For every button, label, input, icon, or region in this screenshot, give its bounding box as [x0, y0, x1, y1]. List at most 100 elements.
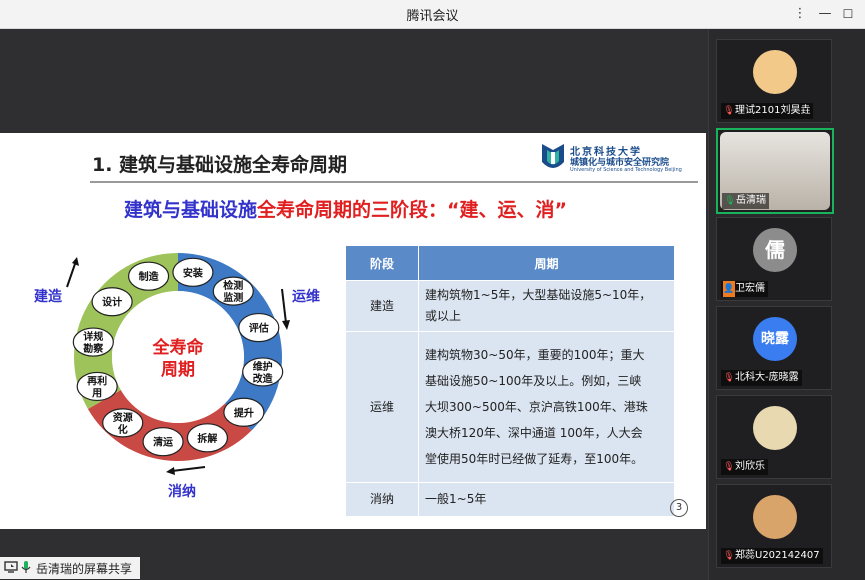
operate-arrowhead-icon	[282, 320, 290, 330]
lifecycle-node-label: 检测	[223, 279, 243, 292]
lifecycle-node-label: 制造	[139, 270, 160, 283]
participant-name-tag: 🎙刘欣乐	[721, 459, 768, 475]
window-title: 腾讯会议	[406, 9, 459, 24]
lifecycle-node-label: 维护	[253, 360, 273, 373]
participant-name: 岳清瑞	[736, 195, 766, 206]
lifecycle-node: 再利用	[76, 371, 118, 402]
lifecycle-node: 制造	[127, 261, 170, 291]
presentation-slide: 1. 建筑与基础设施全寿命周期 北京科技大学 城镇化与城市安全研究院 Unive…	[0, 133, 706, 529]
table-cell-period: 建构筑物30~50年，重要的100年；重大 基础设施50~100年及以上。例如，…	[418, 331, 675, 483]
table-cell-period: 建构筑物1~5年，大型基础设施5~10年， 或以上	[418, 280, 675, 332]
slide-subtitle: 建筑与基础设施全寿命周期的三阶段：“建、运、消”	[124, 195, 567, 222]
subtitle-red-part: 全寿命周期的三阶段：“建、运、消”	[257, 199, 567, 221]
table-row: 建造 建构筑物1~5年，大型基础设施5~10年， 或以上	[345, 280, 675, 332]
lifecycle-node-label: 设计	[102, 296, 122, 309]
period-line: 基础设施50~100年及以上。例如，三峡	[425, 374, 642, 388]
lifecycle-node-label: 拆解	[197, 432, 217, 445]
avatar: 晓露	[753, 317, 797, 361]
lifecycle-period-table: 阶段 周期 建造 建构筑物1~5年，大型基础设施5~10年， 或以上 运维 建构…	[345, 245, 675, 517]
period-line: 建构筑物30~50年，重要的100年；重大	[425, 348, 645, 362]
participant-name: 卫宏儒	[735, 283, 765, 294]
dispose-arrow-icon	[171, 466, 206, 472]
minimize-button[interactable]: —	[815, 4, 835, 24]
lifecycle-node: 维护改造	[242, 357, 284, 387]
mic-on-icon: 🎙	[724, 196, 736, 206]
mic-muted-icon: 🎙	[723, 462, 735, 472]
title-bar: 腾讯会议 ⋮ — ☐	[0, 0, 865, 29]
dispose-arrowhead-icon	[166, 467, 175, 475]
participant-tile[interactable]: 儒 👤卫宏儒	[716, 217, 832, 301]
header-period: 周期	[418, 245, 675, 281]
participant-tile[interactable]: 🎙刘欣乐	[716, 395, 832, 479]
avatar	[753, 406, 797, 450]
table-cell-stage: 运维	[345, 331, 419, 483]
lifecycle-node-label: 改造	[253, 372, 274, 385]
pin-icon[interactable]: ⋮	[790, 4, 810, 24]
center-label-line1: 全寿命	[152, 337, 205, 358]
header-stage: 阶段	[345, 245, 419, 281]
lifecycle-node-label: 化	[118, 423, 128, 436]
lifecycle-node: 提升	[223, 397, 265, 427]
lifecycle-node-label: 安装	[183, 266, 203, 279]
close-button[interactable]	[859, 4, 865, 24]
phase-label-operate: 运维	[292, 288, 320, 305]
participant-tile[interactable]: 🎙郑蕊U202142407	[716, 484, 832, 568]
period-line: 一般1~5年	[425, 492, 487, 506]
table-row: 消纳 一般1~5年	[345, 482, 675, 517]
slide-page-number: 3	[670, 499, 688, 517]
mic-muted-icon: 🎙	[723, 551, 735, 561]
lifecycle-node: 安装	[172, 257, 214, 287]
shared-screen-area: 1. 建筑与基础设施全寿命周期 北京科技大学 城镇化与城市安全研究院 Unive…	[0, 29, 708, 580]
lifecycle-node: 详规勘察	[72, 327, 114, 357]
participant-name-tag: 🎙北科大-庞晓露	[721, 370, 802, 386]
participant-name-tag: 🎙郑蕊U202142407	[721, 548, 823, 564]
participant-name: 郑蕊U202142407	[735, 550, 820, 561]
participant-name: 理试2101刘昊垚	[735, 105, 811, 116]
logo-english-name: University of Science and Technology Bei…	[570, 167, 682, 173]
participant-name: 北科大-庞晓露	[735, 372, 799, 383]
participant-tile-active-speaker[interactable]: 🎙岳清瑞	[716, 128, 834, 214]
participant-tile[interactable]: 晓露 🎙北科大-庞晓露	[716, 306, 832, 390]
screen-share-bar[interactable]: 岳清瑞的屏幕共享	[0, 557, 140, 579]
lifecycle-node-label: 监测	[223, 291, 243, 304]
slide-title: 1. 建筑与基础设施全寿命周期	[92, 154, 348, 176]
participant-name-tag: 👤卫宏儒	[721, 281, 768, 297]
participant-name: 刘欣乐	[735, 461, 765, 472]
period-line: 大坝300~500年、京沪高铁100年、港珠	[425, 400, 648, 414]
title-divider	[90, 181, 698, 183]
lifecycle-node-label: 勘察	[83, 342, 104, 355]
lifecycle-node-label: 评估	[249, 322, 269, 335]
avatar	[753, 50, 797, 94]
screen-share-label: 岳清瑞的屏幕共享	[36, 562, 133, 576]
operate-arrow-icon	[281, 288, 287, 324]
table-cell-period: 一般1~5年	[418, 482, 675, 517]
lifecycle-node-label: 用	[91, 387, 102, 399]
avatar: 儒	[753, 228, 797, 272]
table-row: 运维 建构筑物30~50年，重要的100年；重大 基础设施50~100年及以上。…	[345, 331, 675, 483]
participant-tile[interactable]: 🎙理试2101刘昊垚	[716, 39, 832, 123]
subtitle-blue-part: 建筑与基础设施	[124, 199, 258, 221]
avatar	[753, 495, 797, 539]
phase-label-dispose: 消纳	[168, 483, 196, 500]
period-line: 或以上	[425, 309, 462, 323]
lifecycle-node: 拆解	[186, 423, 229, 453]
university-logo: 北京科技大学 城镇化与城市安全研究院 University of Science…	[540, 142, 690, 176]
table-cell-stage: 消纳	[345, 482, 419, 517]
mic-muted-icon: 🎙	[723, 373, 735, 383]
center-label-line2: 周期	[161, 360, 195, 380]
period-line: 堂使用50年时已经做了延寿，至100年。	[425, 452, 644, 466]
participant-sidebar: 🎙理试2101刘昊垚 🎙岳清瑞 儒 👤卫宏儒 晓露 🎙北科大-庞晓露 🎙刘欣乐 …	[709, 29, 865, 580]
lifecycle-node-label: 清运	[153, 436, 173, 449]
maximize-button[interactable]: ☐	[838, 4, 858, 24]
mic-muted-icon: 🎙	[723, 106, 735, 116]
lifecycle-node: 评估	[238, 312, 280, 343]
lifecycle-node-label: 资源	[113, 411, 133, 424]
microphone-icon	[21, 561, 31, 573]
university-badge-icon	[542, 144, 564, 168]
lifecycle-node: 检测监测	[212, 276, 254, 306]
lifecycle-node: 设计	[91, 287, 133, 317]
user-badge-icon: 👤	[723, 281, 735, 297]
table-header-row: 阶段 周期	[345, 245, 675, 281]
lifecycle-node: 资源化	[102, 408, 144, 438]
participant-name-tag: 🎙理试2101刘昊垚	[721, 103, 814, 119]
